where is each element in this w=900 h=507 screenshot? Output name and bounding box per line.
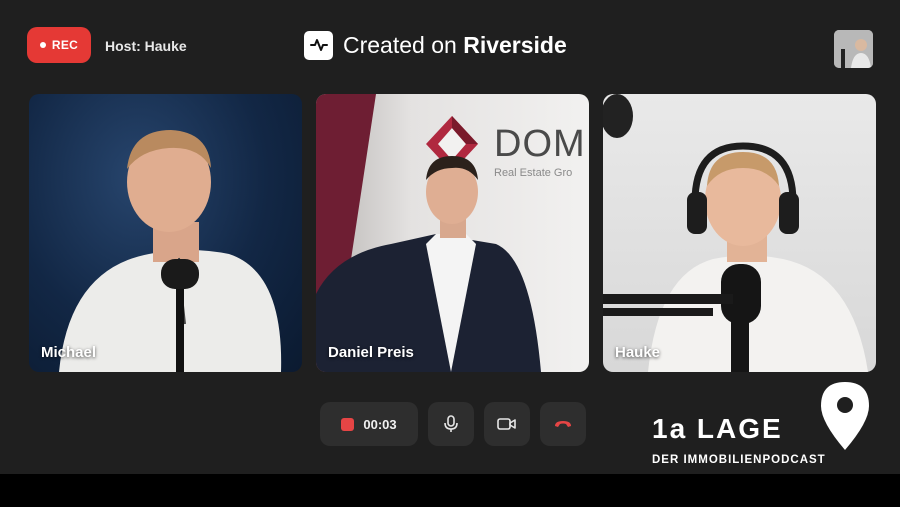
participant-name: Hauke [615, 344, 661, 361]
recording-label: REC [51, 38, 79, 52]
stop-recording-button[interactable]: 00:03 [320, 402, 418, 446]
riverside-branding: Created on Riverside [304, 30, 567, 60]
camera-icon [497, 418, 516, 430]
brand-text: Created on Riverside [343, 32, 567, 59]
participant-video [603, 94, 868, 372]
recording-badge[interactable]: REC [27, 27, 91, 63]
self-view-thumbnail[interactable] [834, 30, 873, 68]
stop-icon [341, 417, 355, 431]
microphone-icon [444, 415, 458, 432]
hang-up-button[interactable] [540, 402, 586, 446]
podcast-title: 1a LAGE [652, 413, 783, 444]
bottom-letterbox [0, 474, 900, 507]
participant-tile[interactable]: Hauke [603, 94, 876, 372]
host-label: Host: Hauke [105, 38, 187, 54]
waveform-logo-icon [304, 30, 333, 60]
participant-video [316, 156, 541, 372]
brand-name: Riverside [463, 31, 567, 58]
participant-tile[interactable]: DOM Real Estate Gro Daniel Preis [316, 94, 589, 372]
hang-up-icon [555, 421, 571, 427]
participant-name: Daniel Preis [328, 344, 414, 361]
brand-prefix: Created on [343, 31, 464, 58]
podcast-subtitle: DER IMMOBILIENPODCAST [652, 454, 826, 466]
participant-name: Michael [41, 344, 97, 361]
location-pin-icon [821, 382, 869, 450]
participant-video [59, 130, 282, 372]
participant-tile[interactable]: Michael [29, 94, 302, 372]
toggle-camera-button[interactable] [484, 402, 530, 446]
recording-timer: 00:03 [363, 416, 397, 432]
record-dot-icon [39, 42, 46, 48]
mute-microphone-button[interactable] [428, 402, 474, 446]
call-stage: REC Host: Hauke Created on Riverside Mic… [0, 0, 900, 474]
